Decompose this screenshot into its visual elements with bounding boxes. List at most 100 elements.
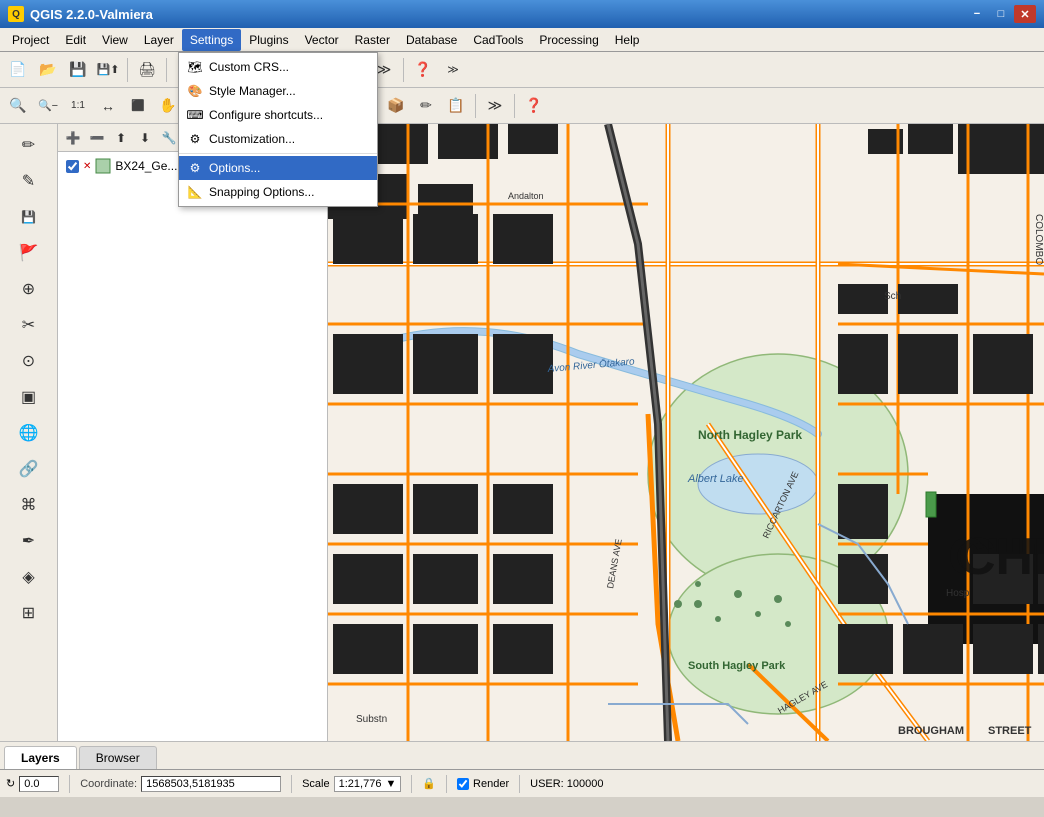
menu-vector[interactable]: Vector (297, 29, 347, 51)
status-sep-3 (411, 775, 412, 793)
style-tool-button[interactable]: ◈ (12, 560, 46, 594)
node-tool-button[interactable]: ✎ (12, 164, 46, 198)
save-project-button[interactable]: 💾 (64, 56, 92, 84)
zoom-in-button[interactable]: 🔍 (4, 92, 32, 120)
window-controls: − □ ✕ (966, 5, 1036, 23)
options-icon: ⚙ (187, 160, 203, 176)
svg-text:South Hagley Park: South Hagley Park (688, 660, 786, 672)
menu-custom-crs[interactable]: 🗺 Custom CRS... (179, 55, 377, 79)
save-as-button[interactable]: 💾⬆ (94, 56, 122, 84)
move-layer-up-button[interactable]: ⬆ (110, 127, 132, 149)
print-button[interactable]: 🖨 (133, 56, 161, 84)
svg-text:Andalton: Andalton (508, 191, 544, 201)
main-area: ✏ ✎ 💾 🚩 ⊕ ✂ ⊙ ▣ 🌐 🔗 ⌘ ✒ ◈ ⊞ ➕ ➖ ⬆ ⬇ 🔧 ✕ (0, 124, 1044, 741)
map-area[interactable]: CHR (328, 124, 1044, 741)
split-button[interactable]: ✂ (12, 308, 46, 342)
menu-database[interactable]: Database (398, 29, 465, 51)
select-region-button[interactable]: ▣ (12, 380, 46, 414)
scale-combo[interactable]: 1:21,776 ▼ (334, 776, 402, 792)
menu-processing[interactable]: Processing (531, 29, 606, 51)
menu-layer[interactable]: Layer (136, 29, 182, 51)
zoom-actual-button[interactable]: 1:1 (64, 92, 92, 120)
tab-layers[interactable]: Layers (4, 746, 77, 769)
zoom-out-button[interactable]: 🔍− (34, 92, 62, 120)
menu-snapping[interactable]: 📐 Snapping Options... (179, 180, 377, 204)
deselect-button[interactable]: ✏ (412, 92, 440, 120)
lock-icon[interactable]: 🔒 (422, 777, 436, 790)
scale-label: Scale (302, 778, 330, 790)
sidebar-tools: ✏ ✎ 💾 🚩 ⊕ ✂ ⊙ ▣ 🌐 🔗 ⌘ ✒ ◈ ⊞ (0, 124, 58, 741)
add-feature-button[interactable]: 🚩 (12, 236, 46, 270)
menu-project[interactable]: Project (4, 29, 57, 51)
reshape-button[interactable]: ⊙ (12, 344, 46, 378)
coordinate-section: Coordinate: (80, 776, 281, 792)
shortcuts-icon: ⌨ (187, 107, 203, 123)
style-manager-icon: 🎨 (187, 83, 203, 99)
layer-name: BX24_Ge... (115, 159, 177, 173)
close-button[interactable]: ✕ (1014, 5, 1036, 23)
svg-text:Sch: Sch (884, 291, 901, 302)
menu-options[interactable]: ⚙ Options... (179, 156, 377, 180)
menu-customization[interactable]: ⚙ Customization... (179, 127, 377, 151)
move-layer-down-button[interactable]: ⬇ (134, 127, 156, 149)
rotation-section: ↻ (6, 776, 59, 792)
new-project-button[interactable]: 📄 (4, 56, 32, 84)
layer-more-button[interactable]: ≫ (481, 92, 509, 120)
help-button[interactable]: ❓ (409, 56, 437, 84)
add-layer-button[interactable]: ➕ (62, 127, 84, 149)
svg-text:Hosp: Hosp (946, 588, 970, 599)
tab-browser[interactable]: Browser (79, 746, 157, 769)
attribute-table-button[interactable]: 📋 (442, 92, 470, 120)
map-help-button[interactable]: ❓ (520, 92, 548, 120)
titlebar: Q QGIS 2.2.0-Valmiera − □ ✕ (0, 0, 1044, 28)
menu-settings[interactable]: Settings (182, 29, 241, 51)
menu-edit[interactable]: Edit (57, 29, 94, 51)
save-edits-button[interactable]: 💾 (12, 200, 46, 234)
remove-layer-button[interactable]: ➖ (86, 127, 108, 149)
maximize-button[interactable]: □ (990, 5, 1012, 23)
svg-text:Albert Lake: Albert Lake (687, 473, 744, 485)
menu-cadtools[interactable]: CadTools (465, 29, 531, 51)
separator-5 (403, 58, 404, 82)
menubar: Project Edit View Layer Settings Plugins… (0, 28, 1044, 52)
edit-tool-button[interactable]: ✏ (12, 128, 46, 162)
zoom-select-button[interactable]: ⬛ (124, 92, 152, 120)
menu-help[interactable]: Help (607, 29, 648, 51)
user-label: USER: 100000 (530, 778, 603, 790)
text-tool-button[interactable]: ✒ (12, 524, 46, 558)
more2-button[interactable]: ≫ (439, 56, 467, 84)
rotation-input[interactable] (19, 776, 59, 792)
separator-8 (475, 94, 476, 118)
menu-plugins[interactable]: Plugins (241, 29, 296, 51)
select-all-button[interactable]: 📦 (382, 92, 410, 120)
tab-bar: Layers Browser (0, 741, 1044, 769)
coordinate-input[interactable] (141, 776, 281, 792)
menu-style-manager[interactable]: 🎨 Style Manager... (179, 79, 377, 103)
minimize-button[interactable]: − (966, 5, 988, 23)
render-checkbox[interactable] (457, 778, 469, 790)
menu-configure-shortcuts[interactable]: ⌨ Configure shortcuts... (179, 103, 377, 127)
map-canvas: CHR (328, 124, 1044, 741)
title-area: Q QGIS 2.2.0-Valmiera (8, 6, 966, 22)
layer-type-icon (95, 158, 111, 174)
menu-raster[interactable]: Raster (347, 29, 398, 51)
zoom-fit-button[interactable]: ↔ (94, 92, 122, 120)
add-point-button[interactable]: ⊕ (12, 272, 46, 306)
status-sep-4 (446, 775, 447, 793)
link-button[interactable]: 🔗 (12, 452, 46, 486)
layer-options-button[interactable]: 🔧 (158, 127, 180, 149)
layer-close-icon[interactable]: ✕ (83, 161, 91, 172)
grid-tool-button[interactable]: ⊞ (12, 596, 46, 630)
toolbar-map: 🔍 🔍− 1:1 ↔ ⬛ ✋ ⬅ ➡ 🔄 ℹ 📏 📐 📦 ✏ 📋 ≫ ❓ (0, 88, 1044, 124)
cmd-button[interactable]: ⌘ (12, 488, 46, 522)
layers-panel: ➕ ➖ ⬆ ⬇ 🔧 ✕ BX24_Ge... (58, 124, 328, 741)
app-icon: Q (8, 6, 24, 22)
settings-menu: 🗺 Custom CRS... 🎨 Style Manager... ⌨ Con… (178, 52, 378, 207)
scale-section: Scale 1:21,776 ▼ (302, 776, 401, 792)
globe-button[interactable]: 🌐 (12, 416, 46, 450)
scale-dropdown-icon[interactable]: ▼ (385, 778, 396, 790)
open-project-button[interactable]: 📂 (34, 56, 62, 84)
layer-visibility-check[interactable] (66, 160, 79, 173)
menu-view[interactable]: View (94, 29, 136, 51)
svg-text:North Hagley Park: North Hagley Park (698, 428, 802, 442)
